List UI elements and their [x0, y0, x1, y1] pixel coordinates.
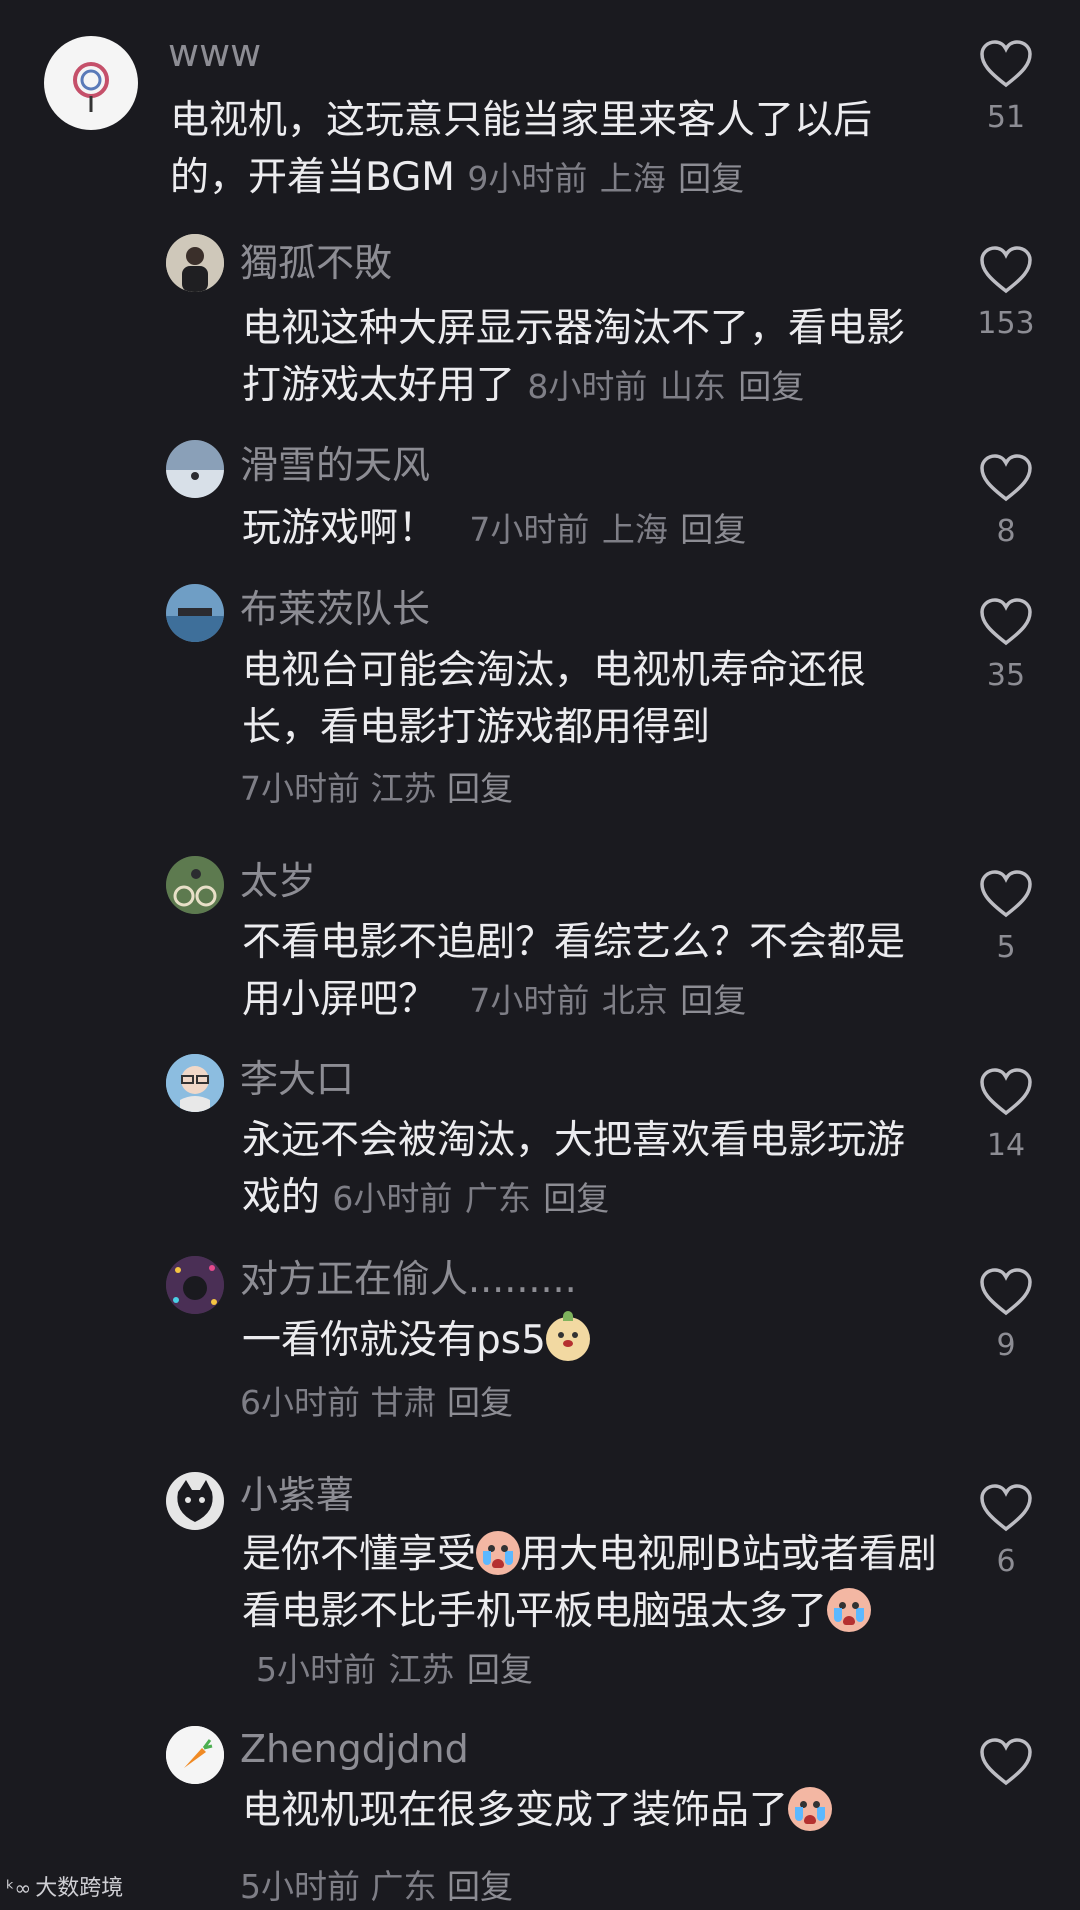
avatar[interactable]	[166, 440, 224, 498]
comment-location: 江苏	[388, 1650, 455, 1689]
comment-meta: 7小时前 江苏 回复	[240, 766, 513, 812]
cyclist-photo-icon	[166, 856, 224, 914]
like-count: 35	[986, 658, 1026, 693]
username[interactable]: 太岁	[240, 858, 316, 904]
heart-icon	[980, 598, 1032, 646]
comment-time: 9小时前	[467, 159, 588, 198]
avatar[interactable]	[166, 234, 224, 292]
dog-emoji-icon	[545, 1311, 590, 1361]
username[interactable]: 小紫薯	[240, 1472, 354, 1518]
heart-icon	[980, 40, 1032, 88]
reply-button[interactable]: 回复	[447, 769, 513, 808]
like-count: 9	[996, 1328, 1016, 1363]
comment-text: 不看电影不追剧？看综艺么？不会都是用小屏吧？ 7小时前 北京 回复	[242, 920, 906, 1022]
avatar[interactable]	[44, 36, 138, 130]
like-button[interactable]: 153	[976, 246, 1036, 341]
comment-time: 5小时前	[256, 1650, 376, 1689]
comment-location: 北京	[601, 981, 668, 1020]
like-count: 51	[986, 100, 1026, 135]
reply-button[interactable]: 回复	[678, 159, 744, 198]
comment-time: 6小时前	[332, 1179, 453, 1218]
username[interactable]: Zhengdjdnd	[240, 1726, 469, 1772]
heart-icon	[980, 1268, 1032, 1316]
lollipop-icon	[73, 62, 109, 112]
comment-location: 广东	[464, 1179, 531, 1218]
ship-photo-icon	[166, 584, 224, 642]
comment-meta: 5小时前 广东 回复	[240, 1864, 513, 1910]
like-button[interactable]: 8	[976, 454, 1036, 549]
comment-text: 电视台可能会淘汰，电视机寿命还很长，看电影打游戏都用得到	[242, 648, 867, 750]
reply-button[interactable]: 回复	[447, 1867, 513, 1906]
comment-time: 5小时前	[240, 1867, 360, 1906]
comment-time: 8小时前	[527, 367, 648, 406]
reply-button[interactable]: 回复	[738, 367, 804, 406]
reply-button[interactable]: 回复	[543, 1179, 609, 1218]
person-photo-icon	[166, 234, 224, 292]
avatar[interactable]	[166, 1472, 224, 1530]
username[interactable]: www	[168, 30, 261, 76]
comment-time: 7小时前	[469, 981, 590, 1020]
comment-text: 电视这种大屏显示器淘汰不了，看电影打游戏太好用了 8小时前 山东 回复	[242, 306, 906, 408]
comment-location: 甘肃	[370, 1383, 437, 1422]
reply-button[interactable]: 回复	[680, 981, 746, 1020]
comment-text: 玩游戏啊！ 7小时前 上海 回复	[242, 506, 747, 551]
reply-button[interactable]: 回复	[680, 510, 746, 549]
avatar[interactable]	[166, 584, 224, 642]
comment-text: 一看你就没有ps5	[242, 1311, 932, 1369]
comment-time: 6小时前	[240, 1383, 360, 1422]
avatar[interactable]	[166, 1726, 224, 1784]
watermark-logo: ᵏ∞	[6, 1876, 32, 1900]
comment-text: 电视机现在很多变成了装饰品了	[242, 1782, 942, 1839]
comment-location: 广东	[370, 1867, 437, 1906]
avatar[interactable]	[166, 1054, 224, 1112]
heart-icon	[980, 1484, 1032, 1532]
heart-icon	[980, 870, 1032, 918]
like-count: 6	[996, 1544, 1016, 1579]
like-button[interactable]	[976, 1738, 1036, 1786]
comment-time: 7小时前	[240, 769, 360, 808]
cartoon-avatar-icon	[166, 1054, 224, 1112]
username[interactable]: 布莱茨队长	[240, 586, 430, 632]
watermark: ᵏ∞ 大数跨境	[6, 1870, 123, 1902]
like-button[interactable]: 9	[976, 1268, 1036, 1363]
cat-photo-icon	[166, 1472, 224, 1530]
username[interactable]: 对方正在偷人.........	[240, 1256, 577, 1302]
crying-emoji-icon	[827, 1588, 872, 1632]
comment-location: 山东	[659, 367, 726, 406]
username[interactable]: 李大口	[240, 1056, 354, 1102]
like-button[interactable]: 35	[976, 598, 1036, 693]
reply-button[interactable]: 回复	[467, 1650, 533, 1689]
like-button[interactable]: 5	[976, 870, 1036, 965]
username[interactable]: 滑雪的天风	[240, 442, 430, 488]
crying-emoji-icon	[476, 1531, 521, 1575]
watermark-text: 大数跨境	[35, 1876, 124, 1901]
like-count: 8	[996, 514, 1016, 549]
avatar[interactable]	[166, 1256, 224, 1314]
heart-icon	[980, 1068, 1032, 1116]
like-button[interactable]: 6	[976, 1484, 1036, 1579]
reply-button[interactable]: 回复	[447, 1383, 513, 1422]
comment-location: 上海	[599, 159, 666, 198]
comment-text: 是你不懂享受 用大电视刷B站或者看剧看电影不比手机平板电脑强太多了 5小时前 江苏…	[242, 1531, 937, 1689]
like-count: 14	[986, 1128, 1026, 1163]
like-button[interactable]: 51	[976, 40, 1036, 135]
heart-icon	[980, 1738, 1032, 1786]
comment-location: 江苏	[370, 769, 437, 808]
like-count: 153	[977, 306, 1035, 341]
heart-icon	[980, 246, 1032, 294]
comment-time: 7小时前	[469, 510, 590, 549]
crying-emoji-icon	[788, 1787, 833, 1831]
like-count: 5	[996, 930, 1016, 965]
avatar[interactable]	[166, 856, 224, 914]
snow-landscape-icon	[166, 440, 224, 498]
like-button[interactable]: 14	[976, 1068, 1036, 1163]
comment-meta: 6小时前 甘肃 回复	[240, 1380, 513, 1426]
carrot-icon	[166, 1726, 224, 1784]
username[interactable]: 獨孤不敗	[240, 240, 392, 286]
comment-location: 上海	[601, 510, 668, 549]
sparkle-avatar-icon	[166, 1256, 224, 1314]
comment-text: 永远不会被淘汰，大把喜欢看电影玩游戏的 6小时前 广东 回复	[242, 1118, 906, 1220]
comment-text: 电视机，这玩意只能当家里来客人了以后的，开着当BGM 9小时前 上海 回复	[170, 98, 873, 200]
heart-icon	[980, 454, 1032, 502]
